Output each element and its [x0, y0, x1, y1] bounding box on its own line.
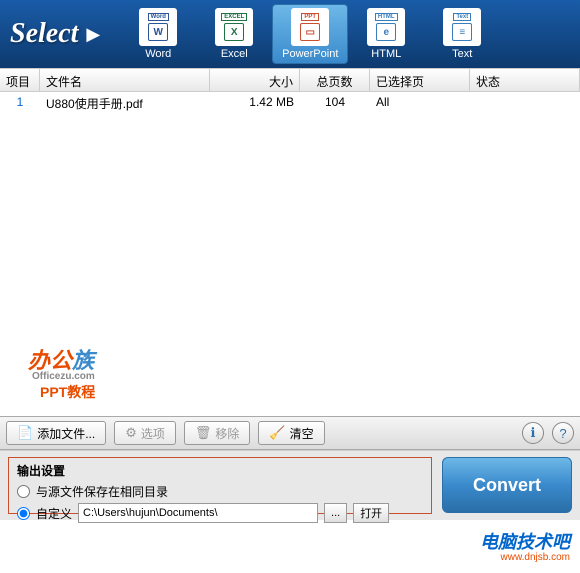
watermark-ppt-tutorial: PPT教程	[40, 382, 95, 402]
cell-filename: U880使用手册.pdf	[40, 92, 210, 114]
format-word-button[interactable]: WordW Word	[120, 4, 196, 64]
format-toolbar: Select ▶ WordW Word EXCELX Excel PPT▭ Po…	[0, 0, 580, 68]
cell-index: 1	[0, 92, 40, 114]
file-list: 1 U880使用手册.pdf 1.42 MB 104 All 办公族 Offic…	[0, 92, 580, 416]
header-size[interactable]: 大小	[210, 69, 300, 91]
format-html-button[interactable]: HTMLe HTML	[348, 4, 424, 64]
watermark-officezu: 办公族 Officezu.com	[28, 343, 95, 382]
open-folder-button[interactable]: 打开	[353, 503, 389, 523]
trash-icon: 🗑	[195, 425, 212, 441]
format-text-label: Text	[452, 48, 472, 60]
clear-button[interactable]: 🧹 清空	[258, 421, 324, 445]
help-button[interactable]: ?	[552, 422, 574, 444]
watermark-dnjsb: 电脑技术吧 www.dnjsb.com	[480, 528, 570, 563]
format-html-label: HTML	[371, 48, 401, 60]
clear-icon: 🧹	[269, 425, 285, 441]
cell-status	[470, 92, 580, 114]
format-word-label: Word	[145, 48, 171, 60]
format-excel-label: Excel	[221, 48, 248, 60]
format-excel-button[interactable]: EXCELX Excel	[196, 4, 272, 64]
table-row[interactable]: 1 U880使用手册.pdf 1.42 MB 104 All	[0, 92, 580, 114]
format-powerpoint-button[interactable]: PPT▭ PowerPoint	[272, 4, 348, 64]
header-filename[interactable]: 文件名	[40, 69, 210, 91]
select-arrow-icon: ▶	[86, 24, 100, 45]
output-title: 输出设置	[17, 462, 423, 479]
output-settings-box: 输出设置 与源文件保存在相同目录 自定义 ... 打开	[8, 457, 432, 514]
action-bar: 📄 添加文件... ⚙ 选项 🗑 移除 🧹 清空 ℹ ?	[0, 416, 580, 450]
header-status[interactable]: 状态	[470, 69, 580, 91]
info-button[interactable]: ℹ	[522, 422, 544, 444]
format-powerpoint-label: PowerPoint	[282, 48, 338, 60]
browse-button[interactable]: ...	[324, 503, 347, 523]
header-selected-pages[interactable]: 已选择页	[370, 69, 470, 91]
label-same-dir: 与源文件保存在相同目录	[36, 483, 168, 500]
remove-button[interactable]: 🗑 移除	[184, 421, 251, 445]
gear-icon: ⚙	[125, 425, 137, 441]
cell-size: 1.42 MB	[210, 92, 300, 114]
convert-button[interactable]: Convert	[442, 457, 572, 513]
header-index[interactable]: 项目	[0, 69, 40, 91]
output-path-input[interactable]	[78, 503, 318, 523]
radio-custom[interactable]	[17, 507, 30, 520]
label-custom: 自定义	[36, 505, 72, 522]
options-button[interactable]: ⚙ 选项	[114, 421, 176, 445]
add-file-button[interactable]: 📄 添加文件...	[6, 421, 106, 445]
radio-same-dir[interactable]	[17, 485, 30, 498]
output-panel: 输出设置 与源文件保存在相同目录 自定义 ... 打开 Convert	[0, 450, 580, 520]
cell-selected-pages: All	[370, 92, 470, 114]
table-header-row: 项目 文件名 大小 总页数 已选择页 状态	[0, 68, 580, 92]
select-label: Select	[10, 18, 78, 50]
format-text-button[interactable]: Text≡ Text	[424, 4, 500, 64]
add-file-icon: 📄	[17, 425, 33, 441]
header-total-pages[interactable]: 总页数	[300, 69, 370, 91]
cell-total-pages: 104	[300, 92, 370, 114]
